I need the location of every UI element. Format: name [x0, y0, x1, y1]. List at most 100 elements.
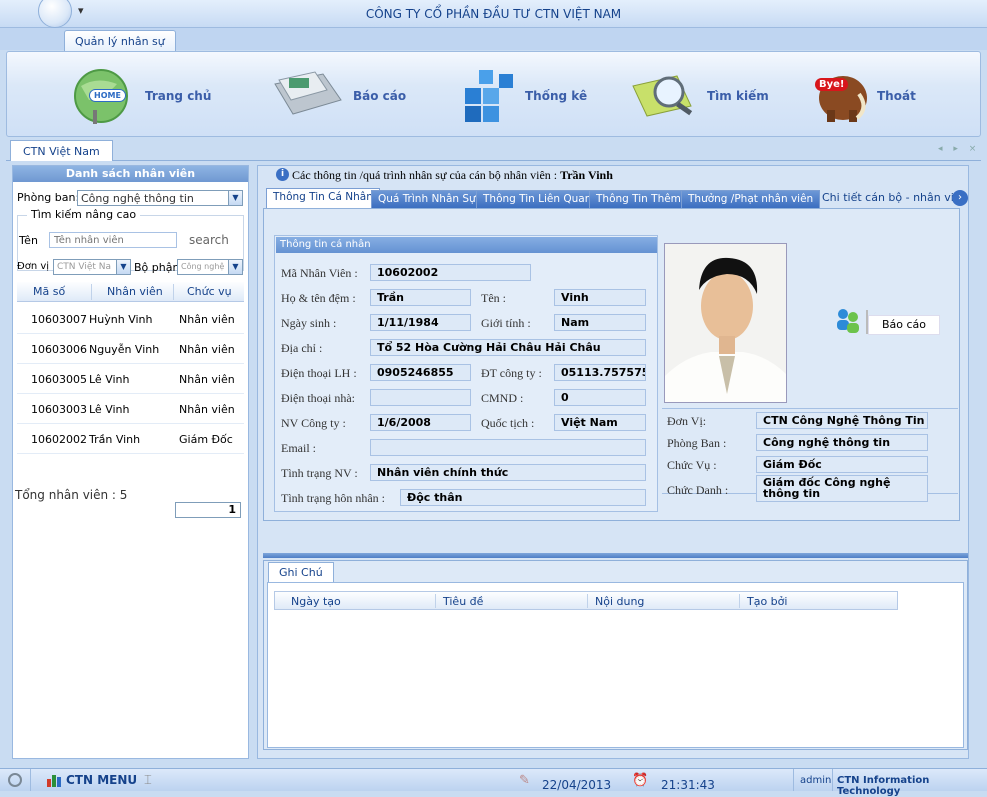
- column-header-created-date[interactable]: Ngày tạo: [291, 595, 341, 608]
- info-employee-name: Trần Vinh: [560, 168, 613, 182]
- email-field[interactable]: [370, 439, 646, 456]
- department-select[interactable]: Công nghệ thông tin ▼: [77, 190, 243, 206]
- company-phone-field[interactable]: 05113.757575: [554, 364, 646, 381]
- exit-label: Thoát: [877, 89, 916, 103]
- employee-status-label: Tình trạng NV :: [281, 466, 358, 480]
- title-info-field[interactable]: Giám đốc Công nghệ thông tin: [756, 475, 928, 502]
- department-info-field[interactable]: Công nghệ thông tin: [756, 434, 928, 451]
- tab-personal-info[interactable]: Thông Tin Cá Nhân: [266, 188, 380, 208]
- document-tab-ctn-viet-nam[interactable]: CTN Việt Nam: [10, 140, 113, 161]
- status-bar: CTN MENU ⌶ ✎ 22/04/2013 ⏰ 21:31:43 admin…: [0, 768, 987, 797]
- address-label: Địa chỉ :: [281, 341, 323, 355]
- home-badge: HOME: [89, 89, 126, 102]
- tab-personnel-history[interactable]: Quá Trình Nhân Sự: [371, 190, 483, 208]
- bye-mammoth-icon: Bye!: [813, 68, 871, 124]
- part-label: Bộ phận: [134, 261, 180, 274]
- id-card-field[interactable]: 0: [554, 389, 646, 406]
- search-label: Tìm kiếm: [707, 89, 769, 103]
- employee-list-header: Danh sách nhân viên: [13, 166, 248, 182]
- ribbon-tab-quan-ly-nhan-su[interactable]: Quản lý nhân sự: [64, 30, 176, 52]
- home-label: Trang chủ: [145, 89, 212, 103]
- table-row[interactable]: 10603003 Lê Vinh Nhân viên: [17, 394, 244, 424]
- report-ribbon-button[interactable]: Báo cáo: [269, 66, 406, 126]
- unit-info-field[interactable]: CTN Công Nghệ Thông Tin: [756, 412, 928, 429]
- notes-grid-header: Ngày tạo Tiêu đề Nội dung Tạo bởi: [274, 591, 898, 610]
- info-icon: i: [276, 168, 289, 181]
- search-ribbon-button[interactable]: Tìm kiếm: [629, 66, 769, 126]
- contact-phone-field[interactable]: 0905246855: [370, 364, 471, 381]
- column-header-position[interactable]: Chức vụ: [187, 285, 232, 298]
- table-row[interactable]: 10603005 Lê Vinh Nhân viên: [17, 364, 244, 394]
- address-field[interactable]: Tổ 52 Hòa Cường Hải Châu Hải Châu: [370, 339, 646, 356]
- first-name-field[interactable]: Vinh: [554, 289, 646, 306]
- join-date-field[interactable]: 1/6/2008: [370, 414, 471, 431]
- column-header-employee[interactable]: Nhân viên: [107, 285, 163, 298]
- company-phone-label: ĐT công ty :: [481, 366, 542, 380]
- table-row[interactable]: 10602002 Trần Vinh Giám Đốc: [17, 424, 244, 454]
- column-header-content[interactable]: Nội dung: [595, 595, 644, 608]
- marital-status-field[interactable]: Độc thân: [400, 489, 646, 506]
- employee-grid-header: Mã số Nhân viên Chức vụ: [17, 282, 244, 302]
- statistics-button[interactable]: Thống kê: [459, 66, 587, 126]
- column-header-created-by[interactable]: Tạo bởi: [747, 595, 787, 608]
- home-globe-icon: HOME: [67, 66, 139, 126]
- chevron-down-icon: ▼: [228, 260, 242, 274]
- tab-related-info[interactable]: Thông Tin Liên Quan: [476, 190, 599, 208]
- email-label: Email :: [281, 441, 316, 455]
- personal-info-group-title: Thông tin cá nhân: [276, 237, 657, 253]
- position-info-field[interactable]: Giám Đốc: [756, 456, 928, 473]
- page-number-field[interactable]: 1: [175, 502, 241, 518]
- home-button[interactable]: HOME Trang chủ: [67, 66, 211, 126]
- panel-splitter[interactable]: [263, 553, 968, 558]
- search-link[interactable]: search: [189, 233, 229, 247]
- document-tab-strip: [6, 139, 981, 161]
- contact-phone-label: Điện thoại LH :: [281, 366, 357, 380]
- column-header-title[interactable]: Tiêu đề: [443, 595, 483, 608]
- tab-employee-details[interactable]: Chi tiết cán bộ - nhân viên: [822, 191, 968, 204]
- gender-field[interactable]: Nam: [554, 314, 646, 331]
- home-phone-field[interactable]: [370, 389, 471, 406]
- column-header-code[interactable]: Mã số: [33, 285, 65, 298]
- statistics-cubes-icon: [459, 66, 519, 127]
- part-select[interactable]: Công nghệ ▼: [177, 259, 243, 275]
- tab-notes[interactable]: Ghi Chú: [268, 562, 334, 582]
- table-row[interactable]: 10603006 Nguyễn Vinh Nhân viên: [17, 334, 244, 364]
- surname-label: Họ & tên đệm :: [281, 291, 356, 305]
- exit-button[interactable]: Bye! Thoát: [813, 66, 916, 126]
- unit-select[interactable]: CTN Việt Na ▼: [53, 259, 131, 275]
- gender-label: Giới tính :: [481, 316, 531, 330]
- statistics-label: Thống kê: [525, 89, 588, 103]
- employee-id-field[interactable]: 10602002: [370, 264, 531, 281]
- report-button[interactable]: Báo cáo: [868, 315, 940, 335]
- unit-info-label: Đơn Vị:: [667, 414, 707, 428]
- document-tab-nav[interactable]: ◂ ▸ ×: [938, 144, 980, 154]
- nationality-field[interactable]: Việt Nam: [554, 414, 646, 431]
- tab-rewards-penalties[interactable]: Thưởng /Phạt nhân viên: [681, 190, 821, 208]
- status-time: 21:31:43: [661, 778, 715, 792]
- status-company: CTN Information Technology: [837, 775, 930, 797]
- surname-field[interactable]: Trần: [370, 289, 471, 306]
- employee-status-field[interactable]: Nhân viên chính thức: [370, 464, 646, 481]
- app-title: CÔNG TY CỔ PHẦN ĐẦU TƯ CTN VIỆT NAM: [365, 7, 622, 21]
- department-label: Phòng ban:: [17, 191, 80, 204]
- tab-additional-info[interactable]: Thông Tin Thêm: [589, 190, 688, 208]
- home-phone-label: Điện thoại nhà:: [281, 391, 355, 405]
- ribbon-panel: HOME Trang chủ Báo cáo Thống kê Tìm kiếm…: [6, 51, 981, 137]
- report-papers-icon: [269, 70, 347, 123]
- unit-value: CTN Việt Na: [57, 262, 112, 272]
- info-prefix: Các thông tin /quá trình nhân sự của cán…: [292, 168, 561, 182]
- employee-photo: [664, 243, 787, 403]
- marital-status-label: Tình trạng hôn nhân :: [281, 491, 385, 505]
- pin-icon: ⌶: [144, 773, 152, 788]
- birth-date-field[interactable]: 1/11/1984: [370, 314, 471, 331]
- info-line: Các thông tin /quá trình nhân sự của cán…: [292, 168, 613, 183]
- search-icon[interactable]: [8, 773, 22, 787]
- ctn-menu-button[interactable]: CTN MENU: [66, 773, 137, 787]
- chevron-right-icon[interactable]: ›: [952, 190, 968, 206]
- total-employees: Tổng nhân viên : 5: [15, 488, 128, 502]
- birth-date-label: Ngày sinh :: [281, 316, 337, 330]
- chevron-down-icon: ▼: [228, 191, 242, 205]
- table-row[interactable]: 10603007 Huỳnh Vinh Nhân viên: [17, 304, 244, 334]
- name-search-input[interactable]: [49, 232, 177, 248]
- advanced-search-title: Tìm kiếm nâng cao: [27, 208, 141, 221]
